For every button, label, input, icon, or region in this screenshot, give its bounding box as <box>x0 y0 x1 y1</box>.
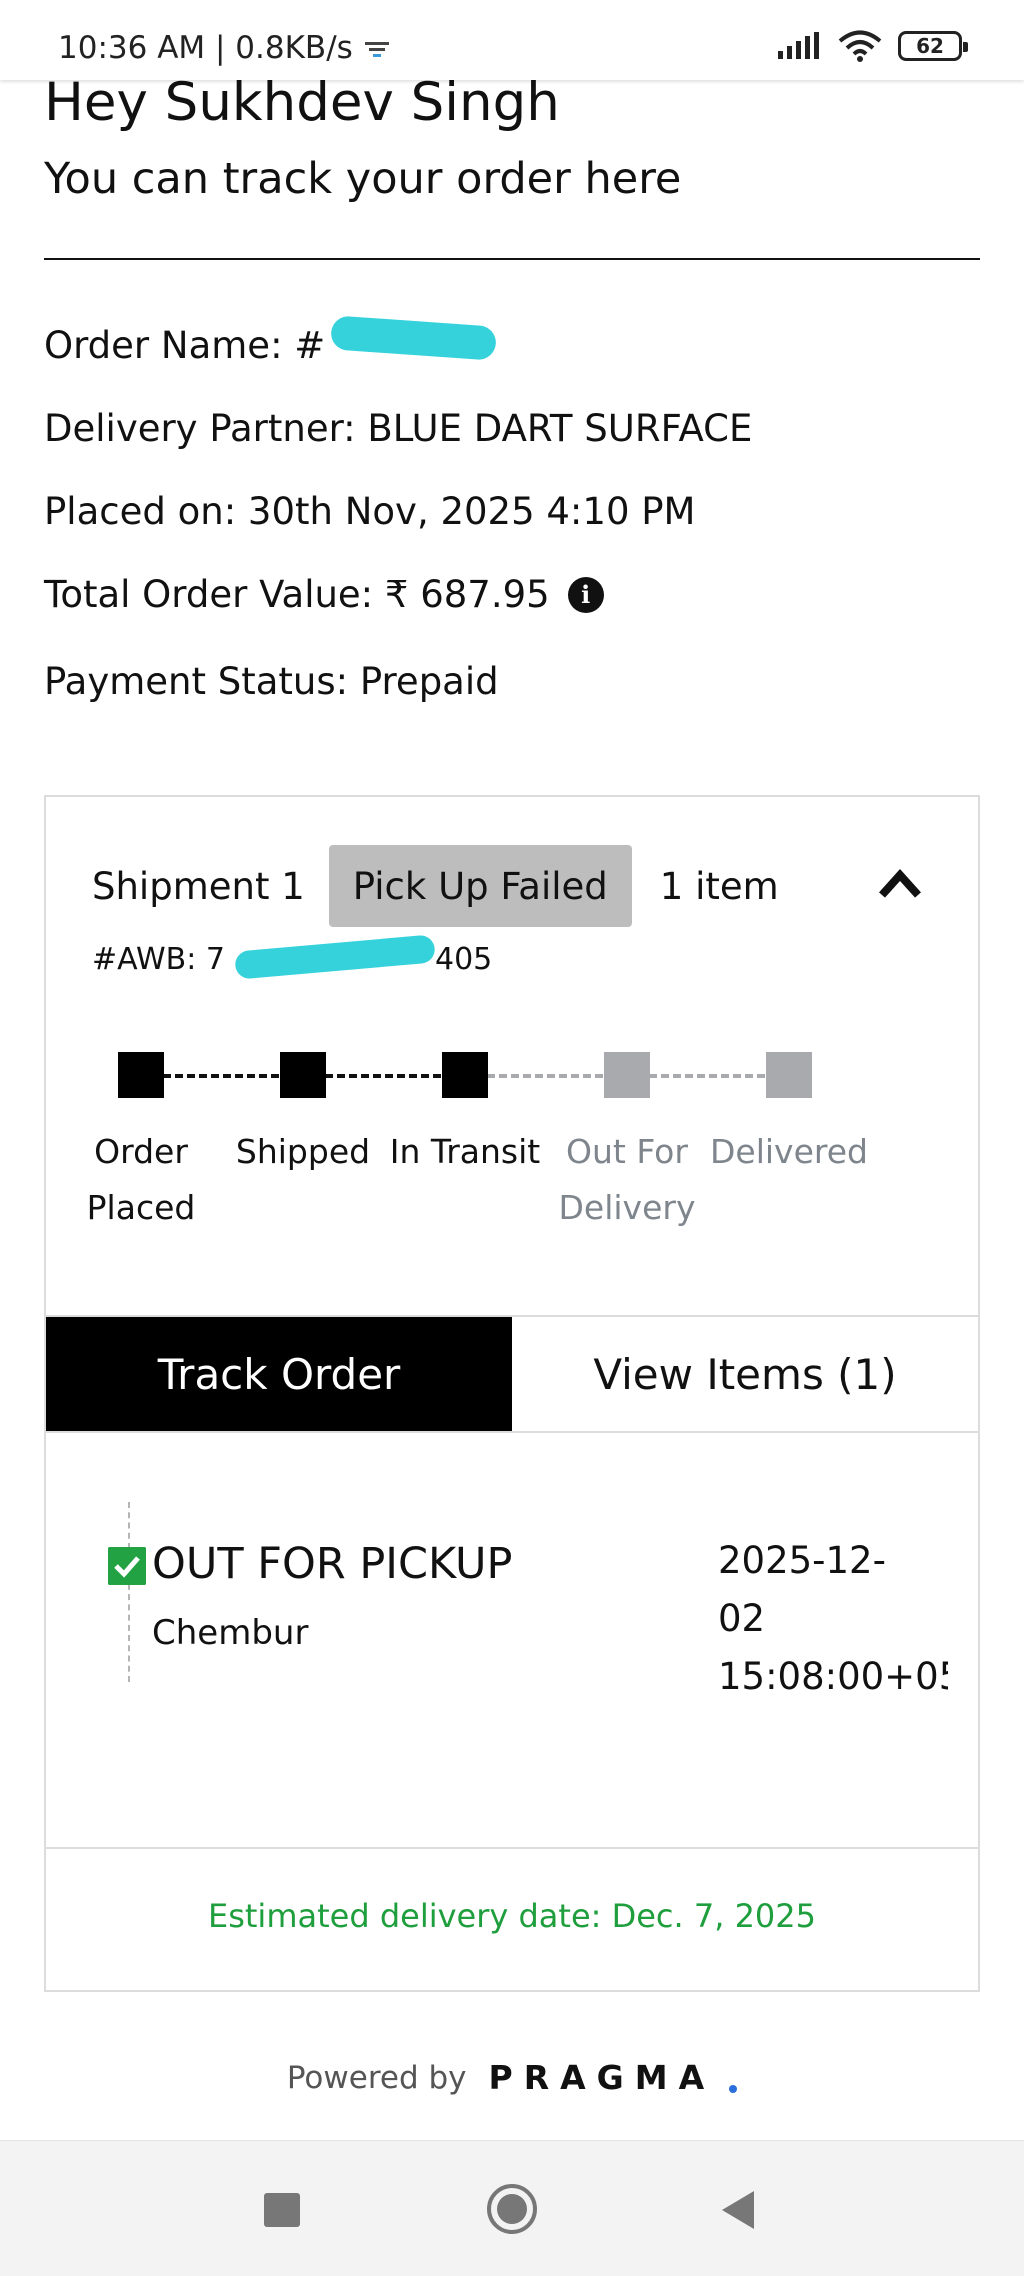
status-right: 62 <box>776 30 968 62</box>
recents-icon[interactable] <box>264 2193 300 2227</box>
order-name-text: Order Name: # <box>44 324 326 367</box>
placed-on: Placed on: 30th Nov, 2025 4:10 PM <box>44 490 696 533</box>
back-icon[interactable] <box>718 2189 758 2231</box>
awb-number: #AWB: 7 405 <box>92 942 492 977</box>
battery-icon: 62 <box>898 31 968 61</box>
step-connector <box>487 1074 603 1078</box>
step-marker-order-placed <box>118 1052 164 1098</box>
timeline-line <box>128 1502 130 1682</box>
shipment-title: Shipment 1 <box>92 864 305 908</box>
total-order-value-text: Total Order Value: ₹ 687.95 <box>44 573 550 616</box>
status-bar: 10:36 AM | 0.8KB/s 62 <box>0 0 1024 80</box>
redaction-mark <box>235 945 435 975</box>
awb-suffix: 405 <box>435 942 493 977</box>
wifi-icon <box>838 30 882 62</box>
powered-by: Powered by PRAGMA <box>0 2058 1024 2097</box>
signal-icon <box>778 32 819 59</box>
step-connector <box>325 1074 441 1078</box>
step-label-order-placed: Order Placed <box>86 1132 196 1227</box>
data-saver-icon <box>364 42 389 57</box>
step-connector <box>649 1074 765 1078</box>
tab-view-items[interactable]: View Items (1) <box>512 1317 978 1431</box>
shipment-card: Shipment 1 Pick Up Failed 1 item #AWB: 7… <box>44 795 980 1992</box>
divider <box>46 1847 978 1849</box>
shipment-header: Shipment 1 Pick Up Failed 1 item <box>92 845 779 927</box>
event-time-line: 02 <box>718 1597 766 1640</box>
brand-dot <box>729 2084 738 2093</box>
estimated-delivery: Estimated delivery date: Dec. 7, 2025 <box>207 1897 816 1935</box>
awb-label: #AWB: 7 <box>92 942 225 977</box>
order-name: Order Name: # <box>44 324 491 367</box>
total-order-value: Total Order Value: ₹ 687.95 i <box>44 573 604 616</box>
status-time-speed: 10:36 AM | 0.8KB/s <box>58 30 353 66</box>
item-count: 1 item <box>659 864 779 908</box>
checkbox-checked-icon <box>108 1547 146 1585</box>
step-marker-delivered <box>766 1052 812 1098</box>
delivery-partner: Delivery Partner: BLUE DART SURFACE <box>44 407 753 450</box>
header-divider <box>44 258 980 260</box>
page-subtitle: You can track your order here <box>44 154 682 204</box>
status-badge: Pick Up Failed <box>328 845 632 927</box>
step-connector <box>163 1074 279 1078</box>
tab-track-order[interactable]: Track Order <box>46 1317 512 1431</box>
step-label-out-for-delivery: Out For Delivery <box>558 1132 696 1227</box>
event-location: Chembur <box>152 1613 309 1653</box>
divider <box>46 1431 978 1433</box>
powered-by-label: Powered by <box>286 2059 467 2096</box>
brand-logo[interactable]: PRAGMA <box>489 2058 716 2097</box>
event-time-line: 15:08:00+05 <box>718 1655 948 1698</box>
chevron-up-icon[interactable] <box>876 863 924 903</box>
redaction-mark <box>331 329 491 363</box>
navigation-bar <box>0 2140 1024 2276</box>
step-label-delivered: Delivered <box>710 1132 868 1171</box>
step-marker-out-for-delivery <box>604 1052 650 1098</box>
step-marker-in-transit <box>442 1052 488 1098</box>
event-timestamp: 2025-12- 02 15:08:00+05 <box>718 1532 948 1706</box>
event-time-line: 2025-12- <box>718 1539 886 1582</box>
payment-status: Payment Status: Prepaid <box>44 660 499 703</box>
step-label-shipped: Shipped <box>235 1132 371 1171</box>
home-icon[interactable] <box>486 2183 538 2235</box>
event-title: OUT FOR PICKUP <box>152 1539 513 1589</box>
battery-level: 62 <box>916 34 944 58</box>
step-label-in-transit: In Transit <box>389 1132 541 1171</box>
page-title: Hey Sukhdev Singh <box>44 72 560 133</box>
status-left: 10:36 AM | 0.8KB/s <box>58 30 391 66</box>
step-marker-shipped <box>280 1052 326 1098</box>
progress-stepper: Order Placed Shipped In Transit Out For … <box>46 1052 982 1252</box>
info-icon[interactable]: i <box>567 576 604 613</box>
